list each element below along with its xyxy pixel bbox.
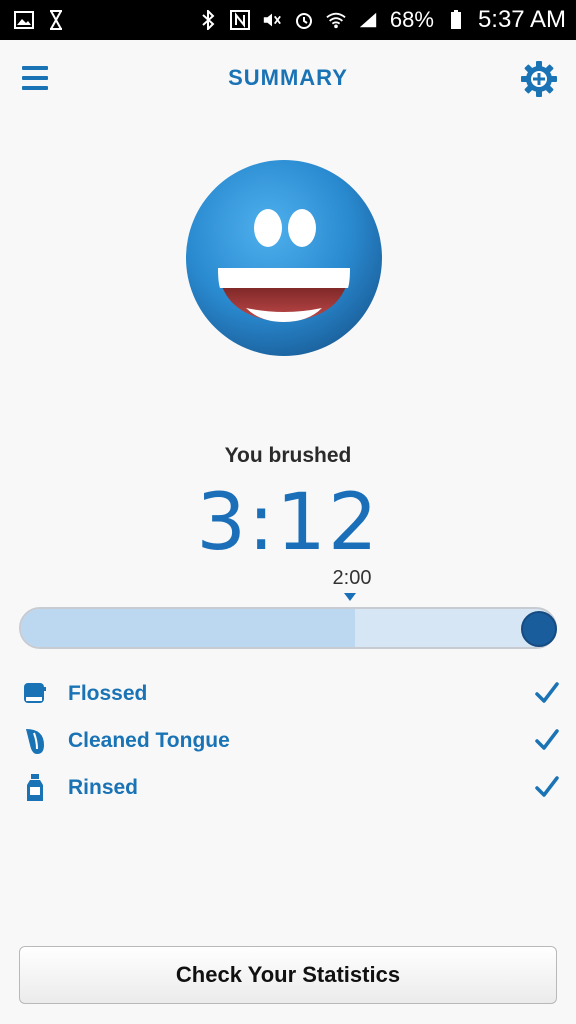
progress-target-fill [21,609,355,647]
status-bar: 68% 5:37 AM [0,0,576,40]
floss-icon [20,679,50,709]
brushing-progress-bar [19,607,557,649]
bluetooth-icon [198,10,218,30]
check-statistics-label: Check Your Statistics [175,962,401,987]
brushed-time: 3:12 [196,478,380,568]
menu-icon[interactable] [20,64,52,92]
alarm-icon [294,10,314,30]
list-item: Cleaned Tongue [20,717,560,764]
page-title: SUMMARY [228,65,348,90]
hourglass-icon [46,10,66,30]
gallery-icon [14,10,34,30]
progress-knob [521,611,557,647]
checkmark-icon [534,774,560,800]
target-marker-icon [344,593,356,601]
brushed-label: You brushed [224,444,352,467]
check-statistics-button[interactable]: Check Your Statistics [19,946,557,1004]
wifi-icon [326,10,346,30]
checkmark-icon [534,727,560,753]
list-item: Rinsed [20,764,560,811]
checklist-label: Flossed [68,681,148,705]
clock: 5:37 AM [477,6,566,33]
settings-gear-icon[interactable] [520,60,558,98]
checklist-label: Rinsed [68,775,139,799]
app-header: SUMMARY [0,40,576,116]
tongue-icon [20,726,50,756]
signal-icon [358,10,378,30]
battery-percent: 68% [389,7,434,32]
checklist: Flossed Cleaned Tongue Rinsed [20,670,560,811]
checklist-label: Cleaned Tongue [68,728,230,752]
rinse-bottle-icon [20,773,50,803]
mute-icon [262,10,282,30]
battery-icon [446,10,466,30]
smiley-face-icon [184,158,384,358]
list-item: Flossed [20,670,560,717]
checkmark-icon [534,680,560,706]
nfc-icon [229,10,250,30]
target-time-label: 2:00 [332,567,372,589]
